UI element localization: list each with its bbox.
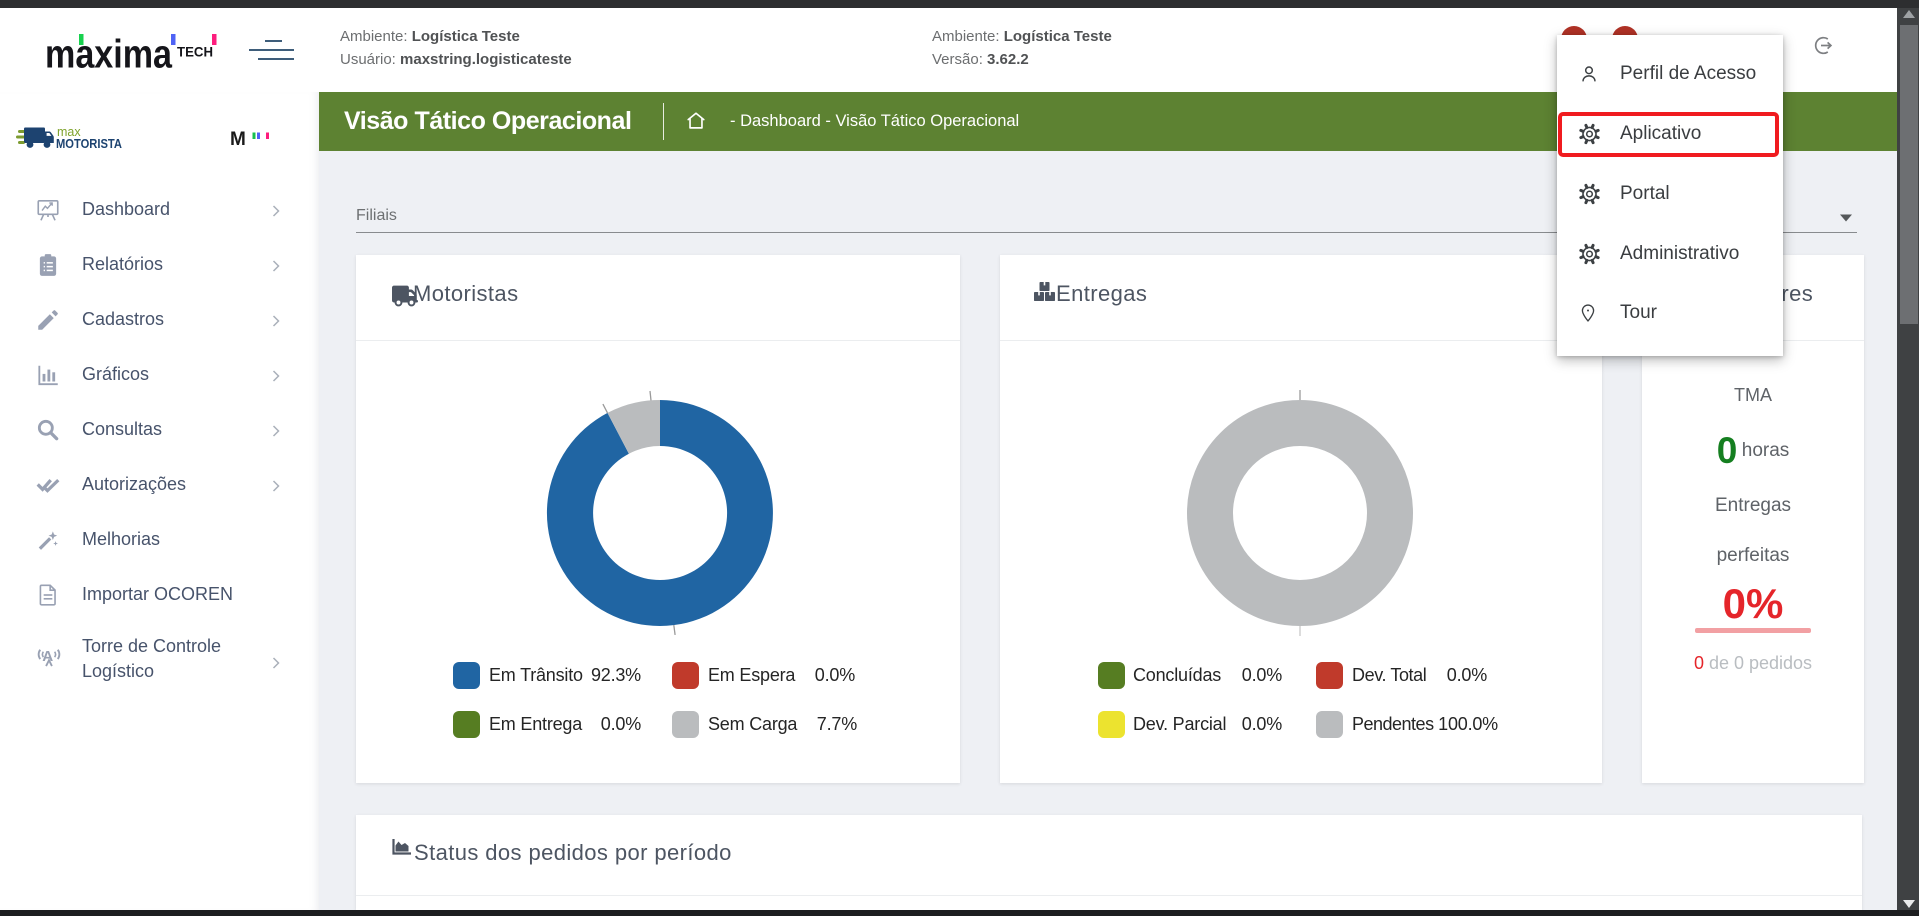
svg-text:MOTORISTA: MOTORISTA bbox=[56, 136, 123, 151]
svg-text:TECH: TECH bbox=[177, 45, 213, 60]
svg-text:maxima: maxima bbox=[45, 33, 173, 75]
svg-text:M: M bbox=[230, 129, 246, 146]
